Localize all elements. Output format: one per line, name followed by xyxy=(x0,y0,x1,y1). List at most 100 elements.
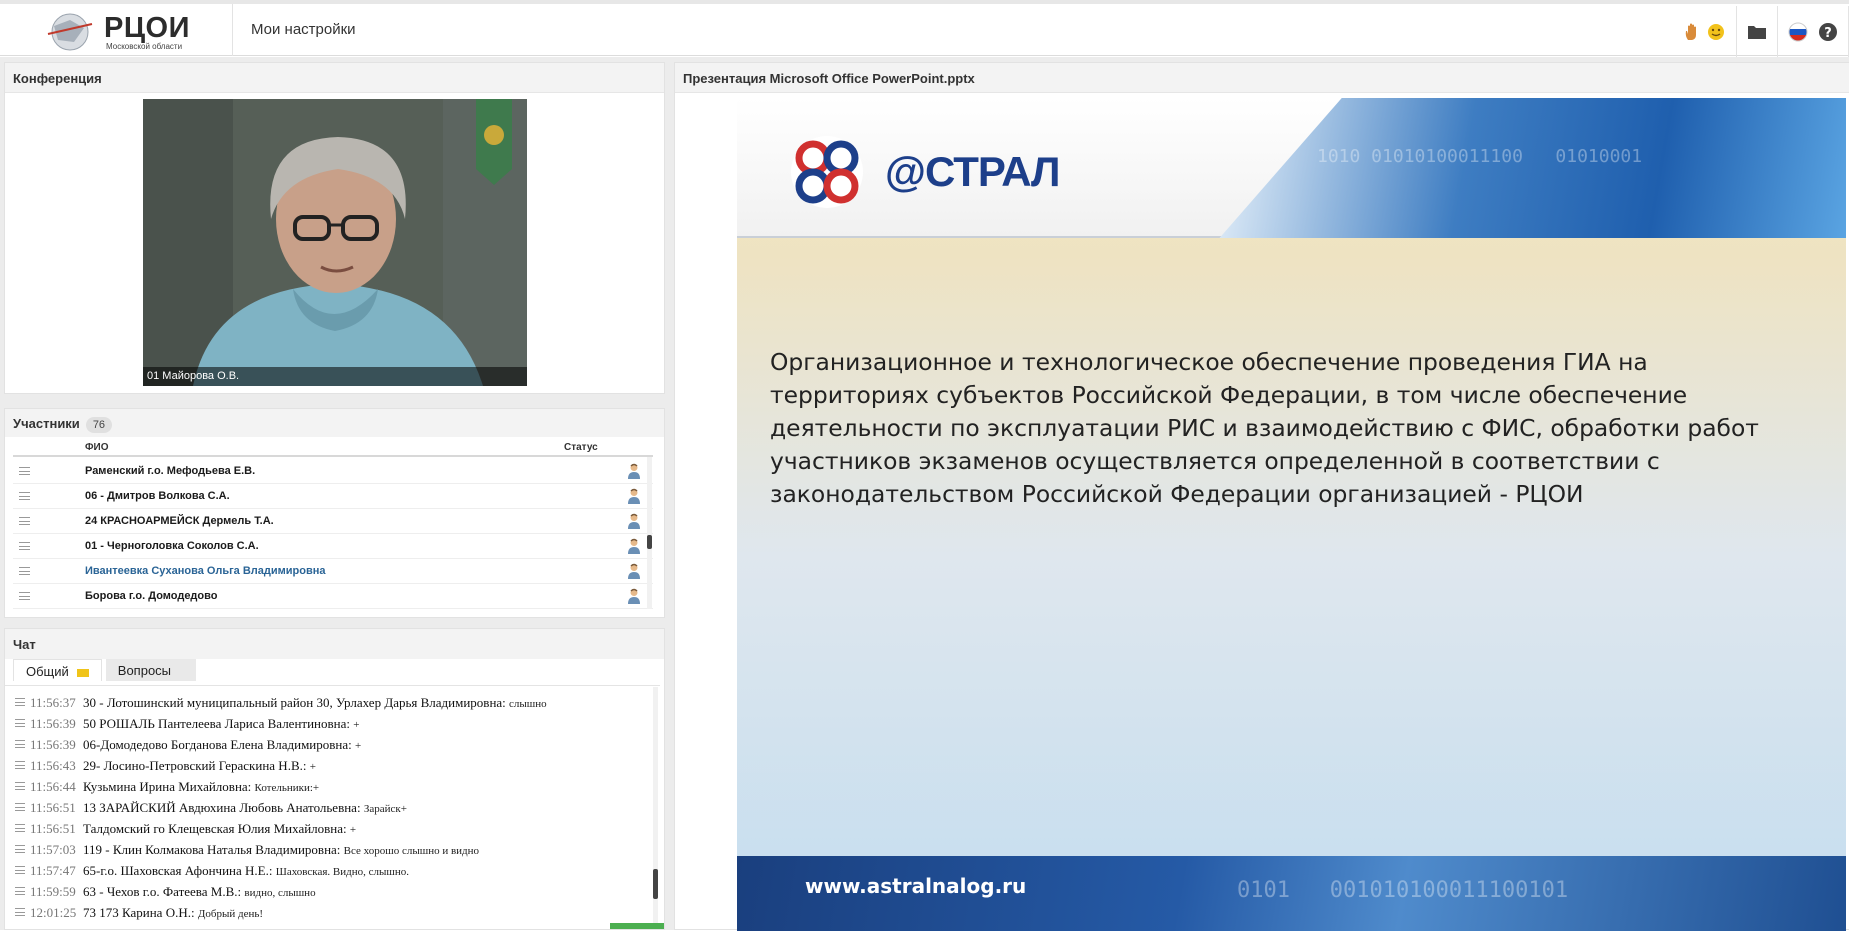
message-text: видно, слышно xyxy=(244,887,316,899)
participant-row[interactable]: Раменский г.о. Мефодьева Е.В. xyxy=(13,459,653,484)
scrollbar-thumb[interactable] xyxy=(653,869,658,899)
participants-table-header: ФИО Статус xyxy=(13,441,653,457)
message-time: 11:59:59 xyxy=(30,884,76,899)
chat-message: 11:56:44 Кузьмина Ирина Михайловна: Котел… xyxy=(5,776,660,797)
participants-header: Участники 76 xyxy=(5,409,664,437)
chat-message: 12:01:25 73 173 Карина О.Н.: Добрый день! xyxy=(5,902,660,923)
hamburger-menu-icon[interactable] xyxy=(19,567,30,575)
video-caption: 01 Майорова О.В. xyxy=(143,367,527,386)
message-body: 73 173 Карина О.Н.: Добрый день! xyxy=(83,905,263,921)
column-header-name[interactable]: ФИО xyxy=(85,442,109,453)
message-time: 11:56:37 xyxy=(30,695,76,710)
participant-name: Борова г.о. Домодедово xyxy=(85,590,218,602)
chat-panel: Чат Общий Вопросы 11:56:37 30 - Лотошинск… xyxy=(4,628,665,930)
chat-scrollbar[interactable] xyxy=(653,687,658,923)
message-time: 11:57:03 xyxy=(30,842,76,857)
participants-panel: Участники 76 ФИО Статус Раменский г.о. Ме… xyxy=(4,408,665,618)
message-text: Добрый день! xyxy=(197,908,264,920)
chat-message: 11:56:51 13 ЗАРАЙСКИЙ Авдюхина Любовь Ана… xyxy=(5,797,660,818)
decorative-binary: 0101 001010100011100101 xyxy=(1237,878,1569,903)
user-avatar-icon xyxy=(628,513,640,529)
participant-row[interactable]: 01 - Черноголовка Соколов С.А. xyxy=(13,534,653,559)
speaker-video-frame xyxy=(143,99,527,386)
hamburger-menu-icon[interactable] xyxy=(15,740,25,748)
globe-logo-icon xyxy=(47,13,93,51)
message-text: Зарайск+ xyxy=(363,803,407,815)
hamburger-menu-icon[interactable] xyxy=(19,542,30,550)
message-time: 11:56:51 xyxy=(30,800,76,815)
hamburger-menu-icon[interactable] xyxy=(19,492,30,500)
participants-title: Участники xyxy=(13,416,80,431)
hamburger-menu-icon[interactable] xyxy=(15,719,25,727)
slide-header-art xyxy=(1219,98,1846,238)
tab-general[interactable]: Общий xyxy=(13,659,102,681)
participant-row[interactable]: 24 КРАСНОАРМЕЙСК Дермель Т.А. xyxy=(13,509,653,534)
hamburger-menu-icon[interactable] xyxy=(15,803,25,811)
message-text: Все хорошо слышно и видно xyxy=(343,845,480,857)
page-title[interactable]: Мои настройки xyxy=(251,21,356,38)
svg-text:?: ? xyxy=(1824,26,1832,41)
message-body: Кузьмина Ирина Михайловна: Котельники:+ xyxy=(83,779,319,795)
participants-count-badge: 76 xyxy=(85,417,113,433)
participant-row[interactable]: 06 - Дмитров Волкова С.А. xyxy=(13,484,653,509)
message-text: + xyxy=(349,824,357,836)
slide-body-text: Организационное и технологическое обеспе… xyxy=(770,348,1759,508)
participants-scrollbar[interactable] xyxy=(647,457,652,609)
message-author: Талдомский го Клещевская Юлия Михайловна… xyxy=(83,821,347,836)
user-avatar-icon xyxy=(628,463,640,479)
send-button[interactable] xyxy=(610,923,664,929)
tab-questions[interactable]: Вопросы xyxy=(105,659,196,681)
hamburger-menu-icon[interactable] xyxy=(15,761,25,769)
message-time: 12:01:25 xyxy=(30,905,77,920)
hamburger-menu-icon[interactable] xyxy=(15,887,25,895)
message-author: 30 - Лотошинский муниципальный район 30,… xyxy=(83,695,506,710)
user-avatar-icon xyxy=(628,488,640,504)
chat-message: 11:56:39 06-Домодедово Богданова Елена Вл… xyxy=(5,734,660,755)
chat-message: 11:57:47 65-г.о. Шаховская Афончина Н.Е.:… xyxy=(5,860,660,881)
logo-subtitle: Московской области xyxy=(106,42,183,51)
message-time: 11:56:43 xyxy=(30,758,76,773)
conference-panel: Конференция 01 Майорова О.В. xyxy=(4,62,665,394)
message-body: 30 - Лотошинский муниципальный район 30,… xyxy=(83,695,547,711)
message-author: 119 - Клин Колмакова Наталья Владимировн… xyxy=(83,842,341,857)
presentation-slide[interactable]: 1010 01010100011100 01010001 @СТРАЛ Орга… xyxy=(737,98,1846,931)
help-icon[interactable]: ? xyxy=(1816,20,1840,44)
hamburger-menu-icon[interactable] xyxy=(15,845,25,853)
user-avatar-icon xyxy=(628,563,640,579)
toolbar-divider xyxy=(1777,6,1778,58)
raise-hand-icon[interactable] xyxy=(1680,20,1704,44)
message-author: Кузьмина Ирина Михайловна: xyxy=(83,779,252,794)
slide-footer: 0101 001010100011100101 www.astralnalog.… xyxy=(737,856,1846,931)
hamburger-menu-icon[interactable] xyxy=(19,517,30,525)
message-body: 65-г.о. Шаховская Афончина Н.Е.: Шаховск… xyxy=(83,863,409,879)
participant-row[interactable]: Борова г.о. Домодедово xyxy=(13,584,653,609)
hamburger-menu-icon[interactable] xyxy=(19,592,30,600)
russian-flag-icon[interactable] xyxy=(1786,20,1810,44)
message-text: Шаховская. Видно, слышно. xyxy=(275,866,410,878)
hamburger-menu-icon[interactable] xyxy=(15,698,25,706)
user-avatar-icon xyxy=(628,588,640,604)
message-body: 13 ЗАРАЙСКИЙ Авдюхина Любовь Анатольевна… xyxy=(83,800,407,816)
message-text: Котельники:+ xyxy=(254,782,320,794)
participant-name[interactable]: Ивантеевка Суханова Ольга Владимировна xyxy=(85,565,326,577)
hamburger-menu-icon[interactable] xyxy=(15,782,25,790)
hamburger-menu-icon[interactable] xyxy=(15,908,25,916)
message-author: 50 РОШАЛЬ Пантелеева Лариса Валентиновна… xyxy=(83,716,350,731)
video-stream[interactable]: 01 Майорова О.В. xyxy=(143,99,527,386)
message-time: 11:56:44 xyxy=(30,779,76,794)
message-time: 11:56:39 xyxy=(30,737,76,752)
tab-general-label: Общий xyxy=(26,664,69,679)
emoji-icon[interactable] xyxy=(1704,20,1728,44)
folder-icon[interactable] xyxy=(1745,20,1769,44)
participant-row[interactable]: Ивантеевка Суханова Ольга Владимировна xyxy=(13,559,653,584)
hamburger-menu-icon[interactable] xyxy=(15,824,25,832)
presentation-panel: Презентация Microsoft Office PowerPoint.… xyxy=(674,62,1849,931)
scrollbar-thumb[interactable] xyxy=(647,535,652,549)
message-body: 63 - Чехов г.о. Фатеева М.В.: видно, слы… xyxy=(83,884,316,900)
column-header-status[interactable]: Статус xyxy=(564,442,598,453)
message-time: 11:56:39 xyxy=(30,716,76,731)
hamburger-menu-icon[interactable] xyxy=(15,866,25,874)
rcoi-logo[interactable]: РЦОИ Московской области xyxy=(42,10,192,56)
message-body: 29- Лосино-Петровский Гераскина Н.В.: + xyxy=(83,758,316,774)
hamburger-menu-icon[interactable] xyxy=(19,467,30,475)
